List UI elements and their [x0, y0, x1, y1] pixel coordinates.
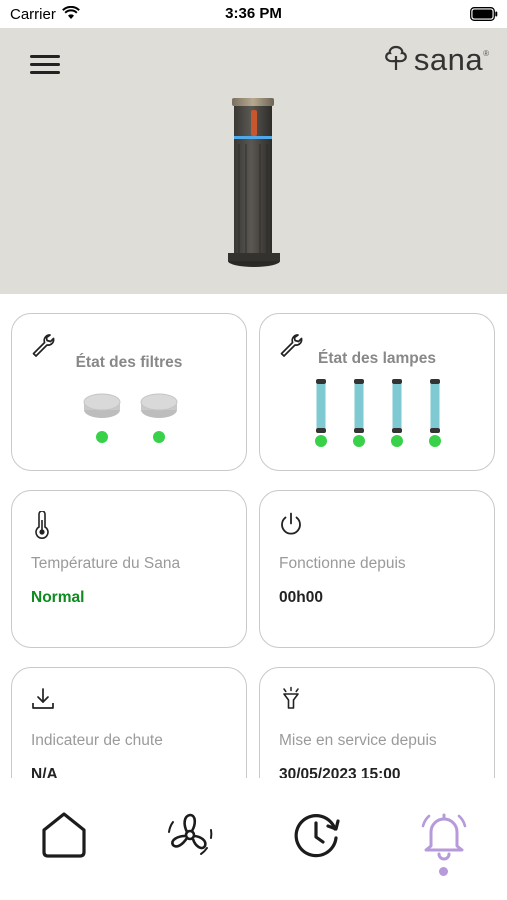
service-date-label: Mise en service depuis — [279, 732, 437, 749]
filter-2-status-dot — [153, 431, 165, 443]
menu-button[interactable] — [28, 50, 62, 78]
lamp-4-status-dot — [429, 435, 441, 447]
battery-icon — [470, 7, 498, 26]
brand-name: sana — [413, 42, 484, 77]
brand-registered-mark: ® — [483, 48, 489, 58]
history-clock-icon — [290, 814, 344, 866]
menu-bar — [30, 63, 60, 66]
lamp-3-status-dot — [391, 435, 403, 447]
active-tab-indicator — [439, 867, 448, 876]
lamps-status-card[interactable]: État des lampes — [259, 313, 495, 471]
filter-disc-1 — [82, 392, 122, 425]
power-icon — [278, 511, 304, 542]
filter-disc-2 — [139, 392, 179, 425]
bottom-tab-bar — [0, 778, 507, 900]
filters-title: État des filtres — [75, 354, 183, 371]
device-image — [226, 96, 282, 273]
hero-banner: sana ® — [0, 28, 507, 294]
lamp-tube-1 — [315, 379, 327, 438]
lamp-1-status-dot — [315, 435, 327, 447]
menu-bar — [30, 71, 60, 74]
temperature-label: Température du Sana — [31, 555, 181, 572]
lamp-tube-3 — [391, 379, 403, 438]
brand-logo: sana ® — [382, 42, 489, 78]
nav-alerts[interactable] — [417, 808, 471, 867]
drop-indicator-label: Indicateur de chute — [31, 732, 163, 749]
fan-icon — [163, 813, 217, 866]
status-bar: Carrier 3:36 PM — [0, 0, 507, 28]
thermometer-icon — [34, 510, 50, 544]
nav-fan[interactable] — [163, 808, 217, 867]
runtime-card[interactable]: Fonctionne depuis 00h00 — [259, 490, 495, 648]
runtime-value: 00h00 — [279, 589, 323, 606]
filter-1-status-dot — [96, 431, 108, 443]
menu-bar — [30, 55, 60, 58]
lamp-icon — [278, 686, 304, 717]
nav-history[interactable] — [290, 808, 344, 867]
tree-icon — [382, 44, 410, 77]
clock: 3:36 PM — [225, 5, 282, 22]
temperature-value: Normal — [31, 589, 85, 606]
nav-home[interactable] — [38, 808, 90, 865]
lamps-title: État des lampes — [317, 350, 437, 367]
lamp-tube-2 — [353, 379, 365, 438]
temperature-card[interactable]: Température du Sana Normal — [11, 490, 247, 648]
lamp-tube-4 — [429, 379, 441, 438]
runtime-label: Fonctionne depuis — [279, 555, 406, 572]
download-icon — [30, 686, 56, 717]
lamp-2-status-dot — [353, 435, 365, 447]
filters-status-card[interactable]: État des filtres — [11, 313, 247, 471]
home-icon — [38, 812, 90, 864]
bell-icon — [417, 813, 471, 866]
